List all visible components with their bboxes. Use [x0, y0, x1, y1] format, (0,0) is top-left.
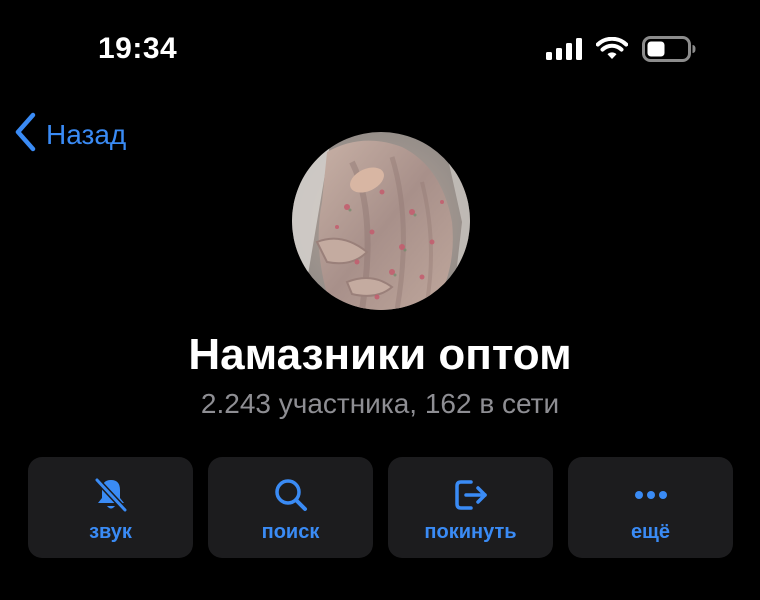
- cellular-signal-icon: [546, 38, 582, 60]
- chat-info-screen: 19:34 Назад Намазники оптом 2.243 участн…: [0, 0, 760, 600]
- status-icons: [546, 36, 696, 62]
- back-button[interactable]: Назад: [14, 112, 126, 157]
- chevron-left-icon: [14, 112, 36, 157]
- leave-button[interactable]: покинуть: [388, 457, 553, 558]
- search-button[interactable]: поиск: [208, 457, 373, 558]
- search-icon: [271, 477, 311, 513]
- status-time: 19:34: [98, 32, 178, 65]
- wifi-icon: [596, 37, 628, 61]
- mute-button[interactable]: звук: [28, 457, 193, 558]
- back-label: Назад: [46, 118, 127, 150]
- avatar[interactable]: [292, 132, 470, 310]
- bell-slash-icon: [91, 477, 131, 513]
- chat-title: Намазники оптом: [188, 330, 572, 379]
- more-label: ещё: [630, 521, 671, 543]
- action-bar: звук поиск покинуть ещё: [28, 457, 733, 558]
- member-count: 2.243 участника, 162 в сети: [200, 388, 560, 419]
- leave-icon: [451, 477, 491, 513]
- more-icon: [631, 477, 671, 513]
- leave-label: покинуть: [424, 521, 517, 543]
- mute-label: звук: [89, 521, 132, 543]
- more-button[interactable]: ещё: [568, 457, 733, 558]
- battery-icon: [642, 36, 696, 62]
- search-label: поиск: [261, 521, 320, 543]
